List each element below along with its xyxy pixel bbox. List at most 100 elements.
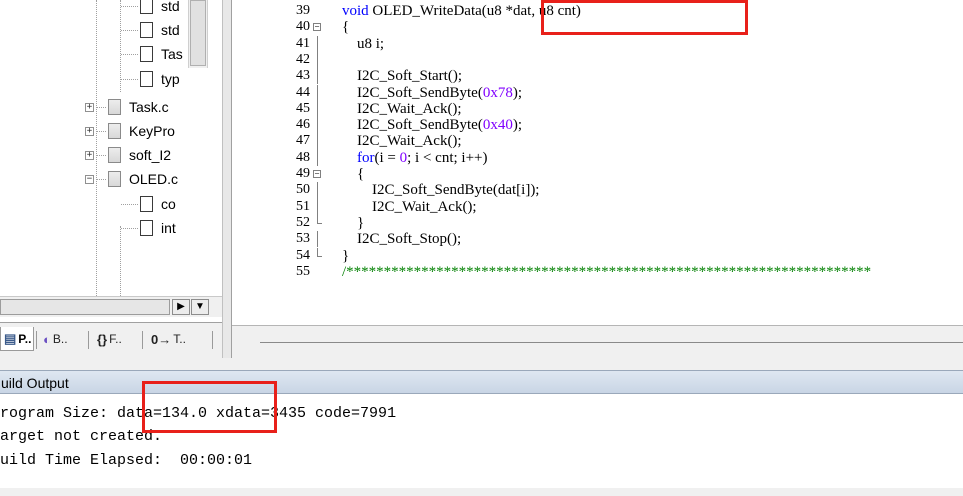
code-line[interactable]: 51 I2C_Wait_Ack(); [232, 199, 963, 215]
tab-separator [36, 331, 37, 349]
tree-scroll-thumb[interactable] [190, 0, 206, 66]
tab-templates[interactable]: 0→ T.. [148, 327, 208, 351]
tree-guide-line [97, 106, 106, 108]
code-line[interactable]: 45 I2C_Wait_Ack(); [232, 101, 963, 117]
tree-item[interactable]: co [140, 192, 176, 216]
tab-project[interactable]: ▤ P.. [0, 327, 34, 351]
tree-vertical-scrollbar[interactable] [188, 0, 208, 68]
expand-icon[interactable]: + [85, 151, 94, 161]
code-line[interactable]: 54} [232, 248, 963, 264]
line-number: 51 [296, 198, 310, 214]
file-icon [140, 70, 153, 87]
tab-functions-label: F.. [109, 332, 122, 346]
file-icon [108, 147, 121, 164]
code-text: /***************************************… [342, 263, 872, 280]
tree-guide-line [121, 203, 138, 205]
tree-item[interactable]: std [140, 0, 180, 18]
tree-item[interactable]: std [140, 18, 180, 42]
tree-guide-line [97, 155, 106, 157]
line-number: 39 [296, 3, 310, 18]
tab-functions[interactable]: {} F.. [94, 327, 140, 351]
fold-guide-line [317, 149, 318, 166]
line-number: 40 [296, 19, 310, 35]
fold-collapse-icon[interactable]: − [313, 23, 321, 32]
tree-item-label: KeyPro [129, 123, 175, 139]
fold-guide-line [317, 100, 318, 118]
books-icon: ◐ [43, 331, 51, 347]
tree-item[interactable]: OLED.c [108, 167, 178, 191]
code-line[interactable]: 41 u8 i; [232, 36, 963, 52]
tree-item[interactable]: soft_I2 [108, 143, 171, 167]
tree-guide-line [97, 131, 106, 132]
code-text: for(i = 0; i < cnt; i++) [357, 149, 488, 166]
line-number: 42 [296, 51, 310, 67]
code-line[interactable]: 50 I2C_Soft_SendByte(dat[i]); [232, 182, 963, 198]
tree-item[interactable]: typ [140, 67, 180, 91]
tab-separator [142, 331, 143, 349]
code-line[interactable]: 53 I2C_Soft_Stop(); [232, 231, 963, 247]
code-text: } [342, 214, 365, 231]
tree-item-label: OLED.c [129, 171, 179, 188]
templates-icon: 0→ [151, 331, 172, 347]
tree-item-label: std [161, 0, 180, 14]
tree-item-label: typ [161, 70, 180, 87]
tree-item[interactable]: int [140, 216, 176, 240]
panel-splitter[interactable] [222, 0, 232, 358]
tab-books[interactable]: ◐ B.. [40, 327, 86, 351]
code-text: I2C_Soft_Stop(); [342, 231, 462, 248]
tab-templates-label: T.. [173, 332, 186, 346]
file-icon [108, 98, 121, 115]
expand-icon[interactable]: + [85, 102, 94, 112]
fold-guide-line [317, 247, 318, 256]
fold-guide-line [317, 117, 318, 134]
functions-icon: {} [97, 331, 108, 347]
fold-guide-line [317, 231, 318, 248]
file-icon [108, 171, 121, 188]
code-text: I2C_Soft_Start(); [342, 68, 462, 85]
tree-item[interactable]: Task.c [108, 95, 169, 119]
line-number: 47 [296, 133, 310, 149]
file-icon [140, 46, 153, 63]
tree-horizontal-scrollbar[interactable]: ▶ ▼ [0, 296, 222, 317]
code-line[interactable]: 46 I2C_Soft_SendByte(0x40); [232, 117, 963, 133]
build-output-line: arget not created. [0, 428, 163, 445]
fold-guide-line [317, 214, 318, 224]
code-line[interactable]: 52 } [232, 215, 963, 231]
scroll-down-button[interactable]: ▼ [191, 299, 209, 315]
code-text: I2C_Wait_Ack(); [342, 100, 462, 117]
fold-guide-line [317, 84, 318, 101]
code-line[interactable]: 42 [232, 52, 963, 68]
tree-guide-line [121, 30, 138, 32]
scroll-right-button[interactable]: ▶ [172, 299, 190, 315]
code-line[interactable]: 55 /*************************************… [232, 264, 963, 280]
editor-horizontal-scrollbar[interactable] [232, 325, 963, 358]
code-text: I2C_Wait_Ack(); [342, 133, 462, 150]
code-text: I2C_Wait_Ack(); [342, 198, 477, 215]
tree-item[interactable]: KeyPro [108, 119, 175, 143]
tree-item[interactable]: Tas [140, 42, 183, 66]
tree-item-label: Tas [161, 46, 183, 63]
tree-guide-line [96, 0, 97, 300]
code-line[interactable]: 48 for(i = 0; i < cnt; i++) [232, 150, 963, 166]
line-number: 44 [296, 84, 310, 100]
highlight-box-function-params [541, 0, 748, 35]
code-text: u8 i; [342, 35, 385, 52]
code-line[interactable]: 47 I2C_Wait_Ack(); [232, 133, 963, 149]
fold-guide-line [317, 133, 318, 150]
fold-end-marker [317, 255, 322, 257]
file-icon [140, 219, 153, 236]
tree-item-label: co [161, 195, 176, 212]
code-line[interactable]: 43 I2C_Soft_Start(); [232, 68, 963, 84]
build-output-line: uild Time Elapsed: 00:00:01 [0, 452, 253, 469]
fold-collapse-icon[interactable]: − [313, 170, 321, 178]
tab-project-label: P.. [18, 331, 32, 346]
code-line[interactable]: 49 { [232, 166, 963, 182]
collapse-icon[interactable]: − [85, 175, 94, 185]
editor-scroll-track[interactable] [260, 342, 963, 343]
tree-scroll-track[interactable] [0, 299, 170, 315]
tree-guide-line [121, 6, 138, 7]
code-line[interactable]: 44 I2C_Soft_SendByte(0x78); [232, 85, 963, 101]
tree-guide-line [121, 78, 138, 80]
code-editor[interactable]: 39 void OLED_WriteData(u8 *dat, u8 cnt) 40… [232, 0, 963, 325]
expand-icon[interactable]: + [85, 127, 94, 136]
